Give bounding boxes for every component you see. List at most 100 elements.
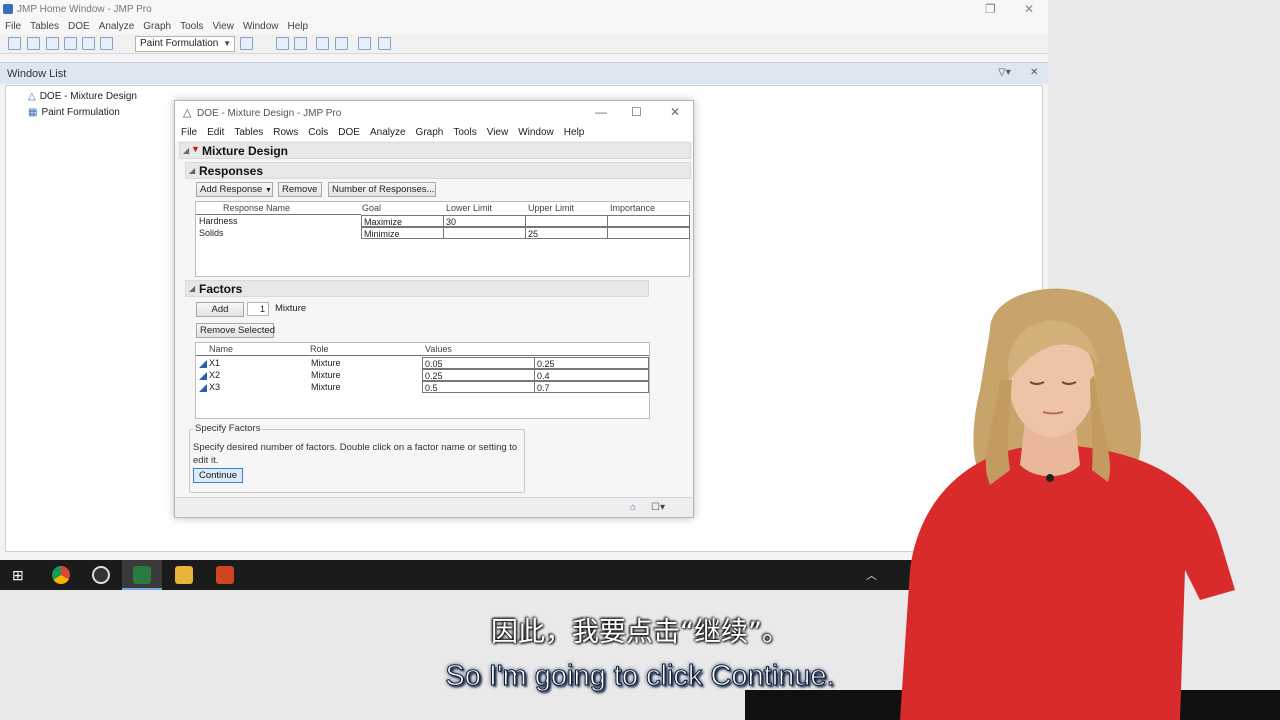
upper-limit-hardness[interactable]: [525, 215, 608, 227]
media-player-icon[interactable]: [92, 566, 110, 584]
close-icon[interactable]: ✕: [670, 105, 680, 119]
factors-table: Name Role Values X1 Mixture 0.05 0.25 X2…: [195, 342, 650, 419]
open-file-icon[interactable]: [46, 37, 59, 50]
menu-graph[interactable]: Graph: [416, 125, 444, 141]
factor-count-input[interactable]: 1: [247, 302, 269, 316]
factors-outline[interactable]: ◢ Factors: [185, 280, 649, 297]
collapse-triangle-icon[interactable]: ◢: [183, 146, 189, 155]
graph-builder-icon[interactable]: [335, 37, 348, 50]
factor-name-x3: X3: [209, 382, 221, 392]
menu-analyze[interactable]: Analyze: [370, 125, 406, 141]
specify-factors-instructions: Specify desired number of factors. Doubl…: [193, 442, 518, 466]
minimize-icon[interactable]: —: [595, 105, 607, 119]
upper-limit-solids[interactable]: 25: [525, 227, 608, 239]
subtitle-english: So I'm going to click Continue.: [445, 660, 835, 693]
importance-hardness[interactable]: [607, 215, 690, 227]
continue-button[interactable]: Continue: [193, 468, 243, 483]
save-icon[interactable]: [64, 37, 77, 50]
doe-status-bar: ⌂ ☐▾: [175, 497, 693, 517]
table-icon[interactable]: [100, 37, 113, 50]
col-upper-limit: Upper Limit: [528, 203, 575, 213]
menu-file[interactable]: File: [5, 19, 21, 34]
collapse-triangle-icon[interactable]: ◢: [189, 284, 195, 293]
menu-analyze[interactable]: Analyze: [99, 19, 135, 34]
data-table-select-value: Paint Formulation: [140, 38, 219, 49]
factors-title: Factors: [199, 282, 243, 296]
menu-file[interactable]: File: [181, 125, 197, 141]
powerpoint-icon[interactable]: [216, 566, 234, 584]
menu-view[interactable]: View: [487, 125, 509, 141]
sort-icon[interactable]: [240, 37, 253, 50]
factor-high-x3[interactable]: 0.7: [534, 381, 649, 393]
close-icon[interactable]: ✕: [1024, 2, 1034, 16]
fit-y-by-x-icon[interactable]: [294, 37, 307, 50]
menu-view[interactable]: View: [212, 19, 234, 34]
factor-low-x1[interactable]: 0.05: [422, 357, 535, 369]
window-list-item-doe[interactable]: △ DOE - Mixture Design: [28, 91, 137, 102]
menu-window[interactable]: Window: [518, 125, 554, 141]
control-chart-icon[interactable]: [378, 37, 391, 50]
remove-response-button[interactable]: Remove: [278, 182, 322, 197]
factor-row-x3[interactable]: X3: [197, 381, 220, 393]
menu-tools[interactable]: Tools: [453, 125, 476, 141]
number-of-responses-button[interactable]: Number of Responses...: [328, 182, 436, 197]
menu-tools[interactable]: Tools: [180, 19, 203, 34]
folder-icon[interactable]: [82, 37, 95, 50]
factor-low-x2[interactable]: 0.25: [422, 369, 535, 381]
factor-row-x1[interactable]: X1: [197, 357, 220, 369]
add-factor-button[interactable]: Add: [196, 302, 244, 317]
menu-doe[interactable]: DOE: [68, 19, 90, 34]
add-response-button[interactable]: Add Response ▼: [196, 182, 273, 197]
menu-cols[interactable]: Cols: [308, 125, 328, 141]
lower-limit-solids[interactable]: [443, 227, 526, 239]
new-table-icon[interactable]: [8, 37, 21, 50]
filter-icon[interactable]: ▽▾: [998, 67, 1011, 78]
responses-outline[interactable]: ◢ Responses: [185, 162, 691, 179]
chrome-icon[interactable]: [52, 566, 70, 584]
factor-row-x2[interactable]: X2: [197, 369, 220, 381]
goal-hardness[interactable]: Maximize: [361, 215, 444, 227]
goal-solids[interactable]: Minimize: [361, 227, 444, 239]
maximize-icon[interactable]: ☐: [631, 105, 642, 119]
tabulate-icon[interactable]: [316, 37, 329, 50]
menu-help[interactable]: Help: [288, 19, 309, 34]
menu-doe[interactable]: DOE: [338, 125, 360, 141]
specify-factors-legend: Specify Factors: [193, 423, 263, 434]
window-list-title: Window List: [7, 68, 67, 80]
home-window-title: JMP Home Window - JMP Pro: [17, 4, 152, 15]
window-list-item-label: Paint Formulation: [41, 107, 120, 118]
menu-tables[interactable]: Tables: [234, 125, 263, 141]
importance-solids[interactable]: [607, 227, 690, 239]
menu-rows[interactable]: Rows: [273, 125, 298, 141]
jmp-taskbar-icon[interactable]: [133, 566, 151, 584]
response-name-hardness[interactable]: Hardness: [197, 215, 238, 227]
close-pane-icon[interactable]: ✕: [1030, 67, 1038, 78]
restore-icon[interactable]: ❐: [985, 2, 996, 16]
doe-mixture-design-window: △ DOE - Mixture Design - JMP Pro — ☐ ✕ F…: [174, 100, 694, 518]
menu-help[interactable]: Help: [564, 125, 585, 141]
distribution-icon[interactable]: [276, 37, 289, 50]
menu-edit[interactable]: Edit: [207, 125, 224, 141]
fit-model-icon[interactable]: [358, 37, 371, 50]
data-table-select[interactable]: Paint Formulation ▼: [135, 36, 235, 52]
file-explorer-icon[interactable]: [175, 566, 193, 584]
window-list-item-table[interactable]: ▦ Paint Formulation: [28, 107, 120, 118]
menu-window[interactable]: Window: [243, 19, 279, 34]
lower-limit-hardness[interactable]: 30: [443, 215, 526, 227]
menu-graph[interactable]: Graph: [143, 19, 171, 34]
new-script-icon[interactable]: [27, 37, 40, 50]
red-triangle-menu-icon[interactable]: ▼: [191, 144, 200, 154]
menu-tables[interactable]: Tables: [30, 19, 59, 34]
collapse-triangle-icon[interactable]: ◢: [189, 166, 195, 175]
continuous-factor-icon: [199, 371, 207, 380]
factor-high-x2[interactable]: 0.4: [534, 369, 649, 381]
remove-selected-button[interactable]: Remove Selected: [196, 323, 275, 338]
mixture-design-outline[interactable]: ◢ ▼ Mixture Design: [179, 142, 691, 159]
col-goal: Goal: [362, 203, 382, 213]
factor-high-x1[interactable]: 0.25: [534, 357, 649, 369]
home-window-icon[interactable]: ⌂: [630, 502, 636, 513]
response-name-solids[interactable]: Solids: [197, 227, 224, 239]
window-options-icon[interactable]: ☐▾: [651, 502, 665, 513]
windows-start-icon[interactable]: ⊞: [12, 567, 24, 584]
factor-low-x3[interactable]: 0.5: [422, 381, 535, 393]
